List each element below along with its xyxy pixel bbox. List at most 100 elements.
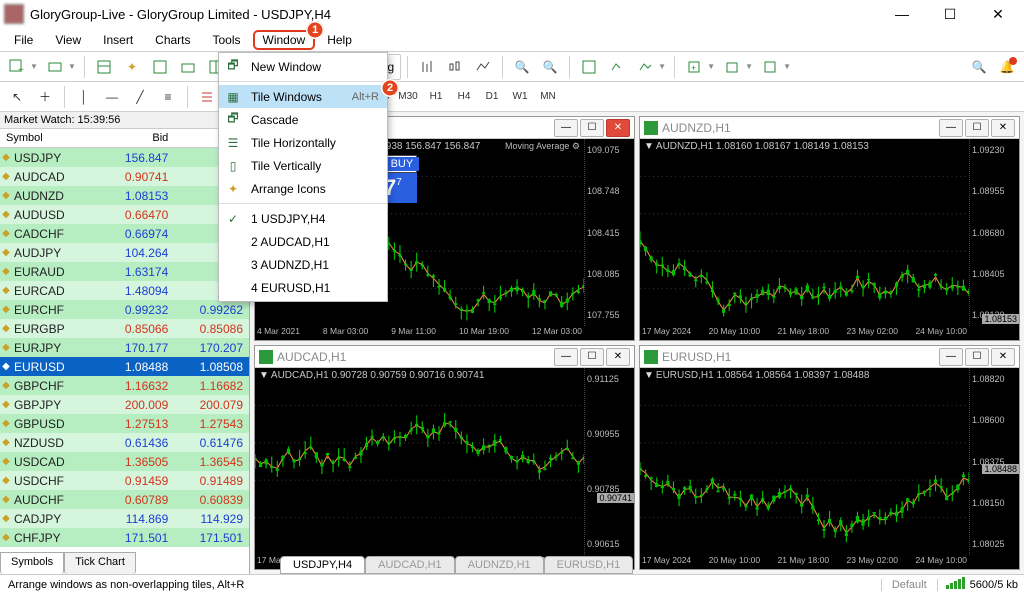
equidistant-button[interactable]: ≡ — [155, 84, 181, 110]
timeframe-mn[interactable]: MN — [534, 84, 562, 110]
market-watch-row[interactable]: ◆ AUDCAD 0.90741 0 — [0, 167, 249, 186]
notifications-button[interactable]: 🔔 — [994, 54, 1020, 80]
timeframe-d1[interactable]: D1 — [478, 84, 506, 110]
terminal-button[interactable] — [175, 54, 201, 80]
crosshair-button[interactable]: ＋ — [32, 84, 58, 110]
tab-symbols[interactable]: Symbols — [0, 552, 64, 574]
zoom-out-button[interactable]: 🔍 — [537, 54, 563, 80]
templates-button[interactable] — [719, 54, 745, 80]
market-watch-row[interactable]: ◆ NZDUSD 0.61436 0.61476 — [0, 433, 249, 452]
market-watch-row[interactable]: ◆ CADCHF 0.66974 0 — [0, 224, 249, 243]
market-watch-row[interactable]: ◆ AUDUSD 0.66470 0 — [0, 205, 249, 224]
timeframe-h4[interactable]: H4 — [450, 84, 478, 110]
search-button[interactable]: 🔍 — [966, 54, 992, 80]
chart-shift-button[interactable] — [604, 54, 630, 80]
market-watch-row[interactable]: ◆ GBPUSD 1.27513 1.27543 — [0, 414, 249, 433]
periodicity-button[interactable]: + — [681, 54, 707, 80]
autoscroll-button[interactable] — [576, 54, 602, 80]
diamond-icon: ◆ — [0, 247, 12, 258]
market-watch-row[interactable]: ◆ EURUSD 1.08488 1.08508 — [0, 357, 249, 376]
minimize-button[interactable]: — — [880, 2, 924, 26]
maximize-button[interactable]: ☐ — [928, 2, 972, 26]
menu-file[interactable]: File — [4, 30, 43, 50]
navigator-button[interactable]: ✦ — [119, 54, 145, 80]
menu-cascade[interactable]: 🗗Cascade — [219, 108, 387, 131]
market-watch-row[interactable]: ◆ GBPCHF 1.16632 1.16682 — [0, 376, 249, 395]
chart-studies-button[interactable] — [757, 54, 783, 80]
menu-help[interactable]: Help — [317, 30, 362, 50]
chart-canvas[interactable]: ▼AUDCAD,H1 0.90728 0.90759 0.90716 0.907… — [255, 368, 634, 569]
market-watch-row[interactable]: ◆ CHFJPY 171.501 171.501 — [0, 528, 249, 547]
data-window-button[interactable] — [147, 54, 173, 80]
market-watch-row[interactable]: ◆ EURAUD 1.63174 1 — [0, 262, 249, 281]
cursor-button[interactable]: ↖ — [4, 84, 30, 110]
chart-minimize-button[interactable]: — — [939, 119, 963, 137]
vertical-line-button[interactable]: │ — [71, 84, 97, 110]
chart-minimize-button[interactable]: — — [939, 348, 963, 366]
market-watch-row[interactable]: ◆ GBPJPY 200.009 200.079 — [0, 395, 249, 414]
market-watch-row[interactable]: ◆ USDCAD 1.36505 1.36545 — [0, 452, 249, 471]
fibo-button[interactable] — [194, 84, 220, 110]
zoom-in-button[interactable]: 🔍 — [509, 54, 535, 80]
menu-window-4[interactable]: 4 EURUSD,H1 — [219, 276, 387, 299]
horizontal-line-button[interactable]: — — [99, 84, 125, 110]
menu-insert[interactable]: Insert — [93, 30, 143, 50]
chart-tab[interactable]: AUDCAD,H1 — [365, 556, 455, 574]
chart-maximize-button[interactable]: ☐ — [580, 348, 604, 366]
menu-view[interactable]: View — [45, 30, 91, 50]
chart-minimize-button[interactable]: — — [554, 348, 578, 366]
chart-maximize-button[interactable]: ☐ — [965, 348, 989, 366]
market-watch-row[interactable]: ◆ EURGBP 0.85066 0.85086 — [0, 319, 249, 338]
menu-arrange-icons[interactable]: ✦Arrange Icons — [219, 177, 387, 200]
menu-tile-vertically[interactable]: ▯Tile Vertically — [219, 154, 387, 177]
candle-chart-button[interactable] — [442, 54, 468, 80]
chart-close-button[interactable]: ✕ — [606, 119, 630, 137]
tab-tick-chart[interactable]: Tick Chart — [64, 552, 136, 574]
chart-canvas[interactable]: ▼AUDNZD,H1 1.08160 1.08167 1.08149 1.081… — [640, 139, 1019, 340]
market-watch-row[interactable]: ◆ EURCHF 0.99232 0.99262 — [0, 300, 249, 319]
menu-tools[interactable]: Tools — [203, 30, 251, 50]
menu-window-2[interactable]: 2 AUDCAD,H1 — [219, 230, 387, 253]
market-watch-row[interactable]: ◆ AUDCHF 0.60789 0.60839 — [0, 490, 249, 509]
timeframe-h1[interactable]: H1 — [422, 84, 450, 110]
market-watch-row[interactable]: ◆ CADJPY 114.869 114.929 — [0, 509, 249, 528]
market-watch-row[interactable]: ◆ EURJPY 170.177 170.207 — [0, 338, 249, 357]
market-watch-row[interactable]: ◆ USDCHF 0.91459 0.91489 — [0, 471, 249, 490]
menu-window-1[interactable]: ✓1 USDJPY,H4 — [219, 207, 387, 230]
chart-tab[interactable]: EURUSD,H1 — [544, 556, 634, 574]
market-watch-row[interactable]: ◆ USDJPY 156.847 1 — [0, 148, 249, 167]
profiles-button[interactable] — [42, 54, 68, 80]
chart-close-button[interactable]: ✕ — [606, 348, 630, 366]
market-watch-row[interactable]: ◆ EURCAD 1.48094 1 — [0, 281, 249, 300]
market-watch-row[interactable]: ◆ AUDJPY 104.264 1 — [0, 243, 249, 262]
column-symbol[interactable]: Symbol — [0, 129, 100, 147]
symbol-name: EURCAD — [12, 284, 100, 298]
menu-window[interactable]: Window 1 — [253, 30, 316, 50]
chart-tab[interactable]: AUDNZD,H1 — [455, 556, 544, 574]
chart-close-button[interactable]: ✕ — [991, 119, 1015, 137]
chart-canvas[interactable]: ▼EURUSD,H1 1.08564 1.08564 1.08397 1.084… — [640, 368, 1019, 569]
menu-tile-windows[interactable]: ▦Tile WindowsAlt+R 2 — [219, 85, 387, 108]
menu-charts[interactable]: Charts — [145, 30, 200, 50]
bar-chart-button[interactable] — [414, 54, 440, 80]
status-profile[interactable]: Default — [881, 579, 938, 591]
diamond-icon: ◆ — [0, 532, 12, 543]
chart-maximize-button[interactable]: ☐ — [580, 119, 604, 137]
new-chart-button[interactable]: + — [4, 54, 30, 80]
connection-status[interactable]: 5600/5 kb — [970, 579, 1018, 591]
menu-new-window[interactable]: 🗗New Window — [219, 55, 387, 78]
chart-maximize-button[interactable]: ☐ — [965, 119, 989, 137]
chart-tab[interactable]: USDJPY,H4 — [280, 556, 365, 574]
close-button[interactable]: ✕ — [976, 2, 1020, 26]
timeframe-w1[interactable]: W1 — [506, 84, 534, 110]
indicators-button[interactable] — [632, 54, 658, 80]
line-chart-button[interactable] — [470, 54, 496, 80]
menu-tile-horizontally[interactable]: ☰Tile Horizontally — [219, 131, 387, 154]
column-bid[interactable]: Bid — [100, 129, 175, 147]
market-watch-button[interactable] — [91, 54, 117, 80]
chart-minimize-button[interactable]: — — [554, 119, 578, 137]
trendline-button[interactable]: ╱ — [127, 84, 153, 110]
chart-close-button[interactable]: ✕ — [991, 348, 1015, 366]
market-watch-row[interactable]: ◆ AUDNZD 1.08153 1 — [0, 186, 249, 205]
menu-window-3[interactable]: 3 AUDNZD,H1 — [219, 253, 387, 276]
